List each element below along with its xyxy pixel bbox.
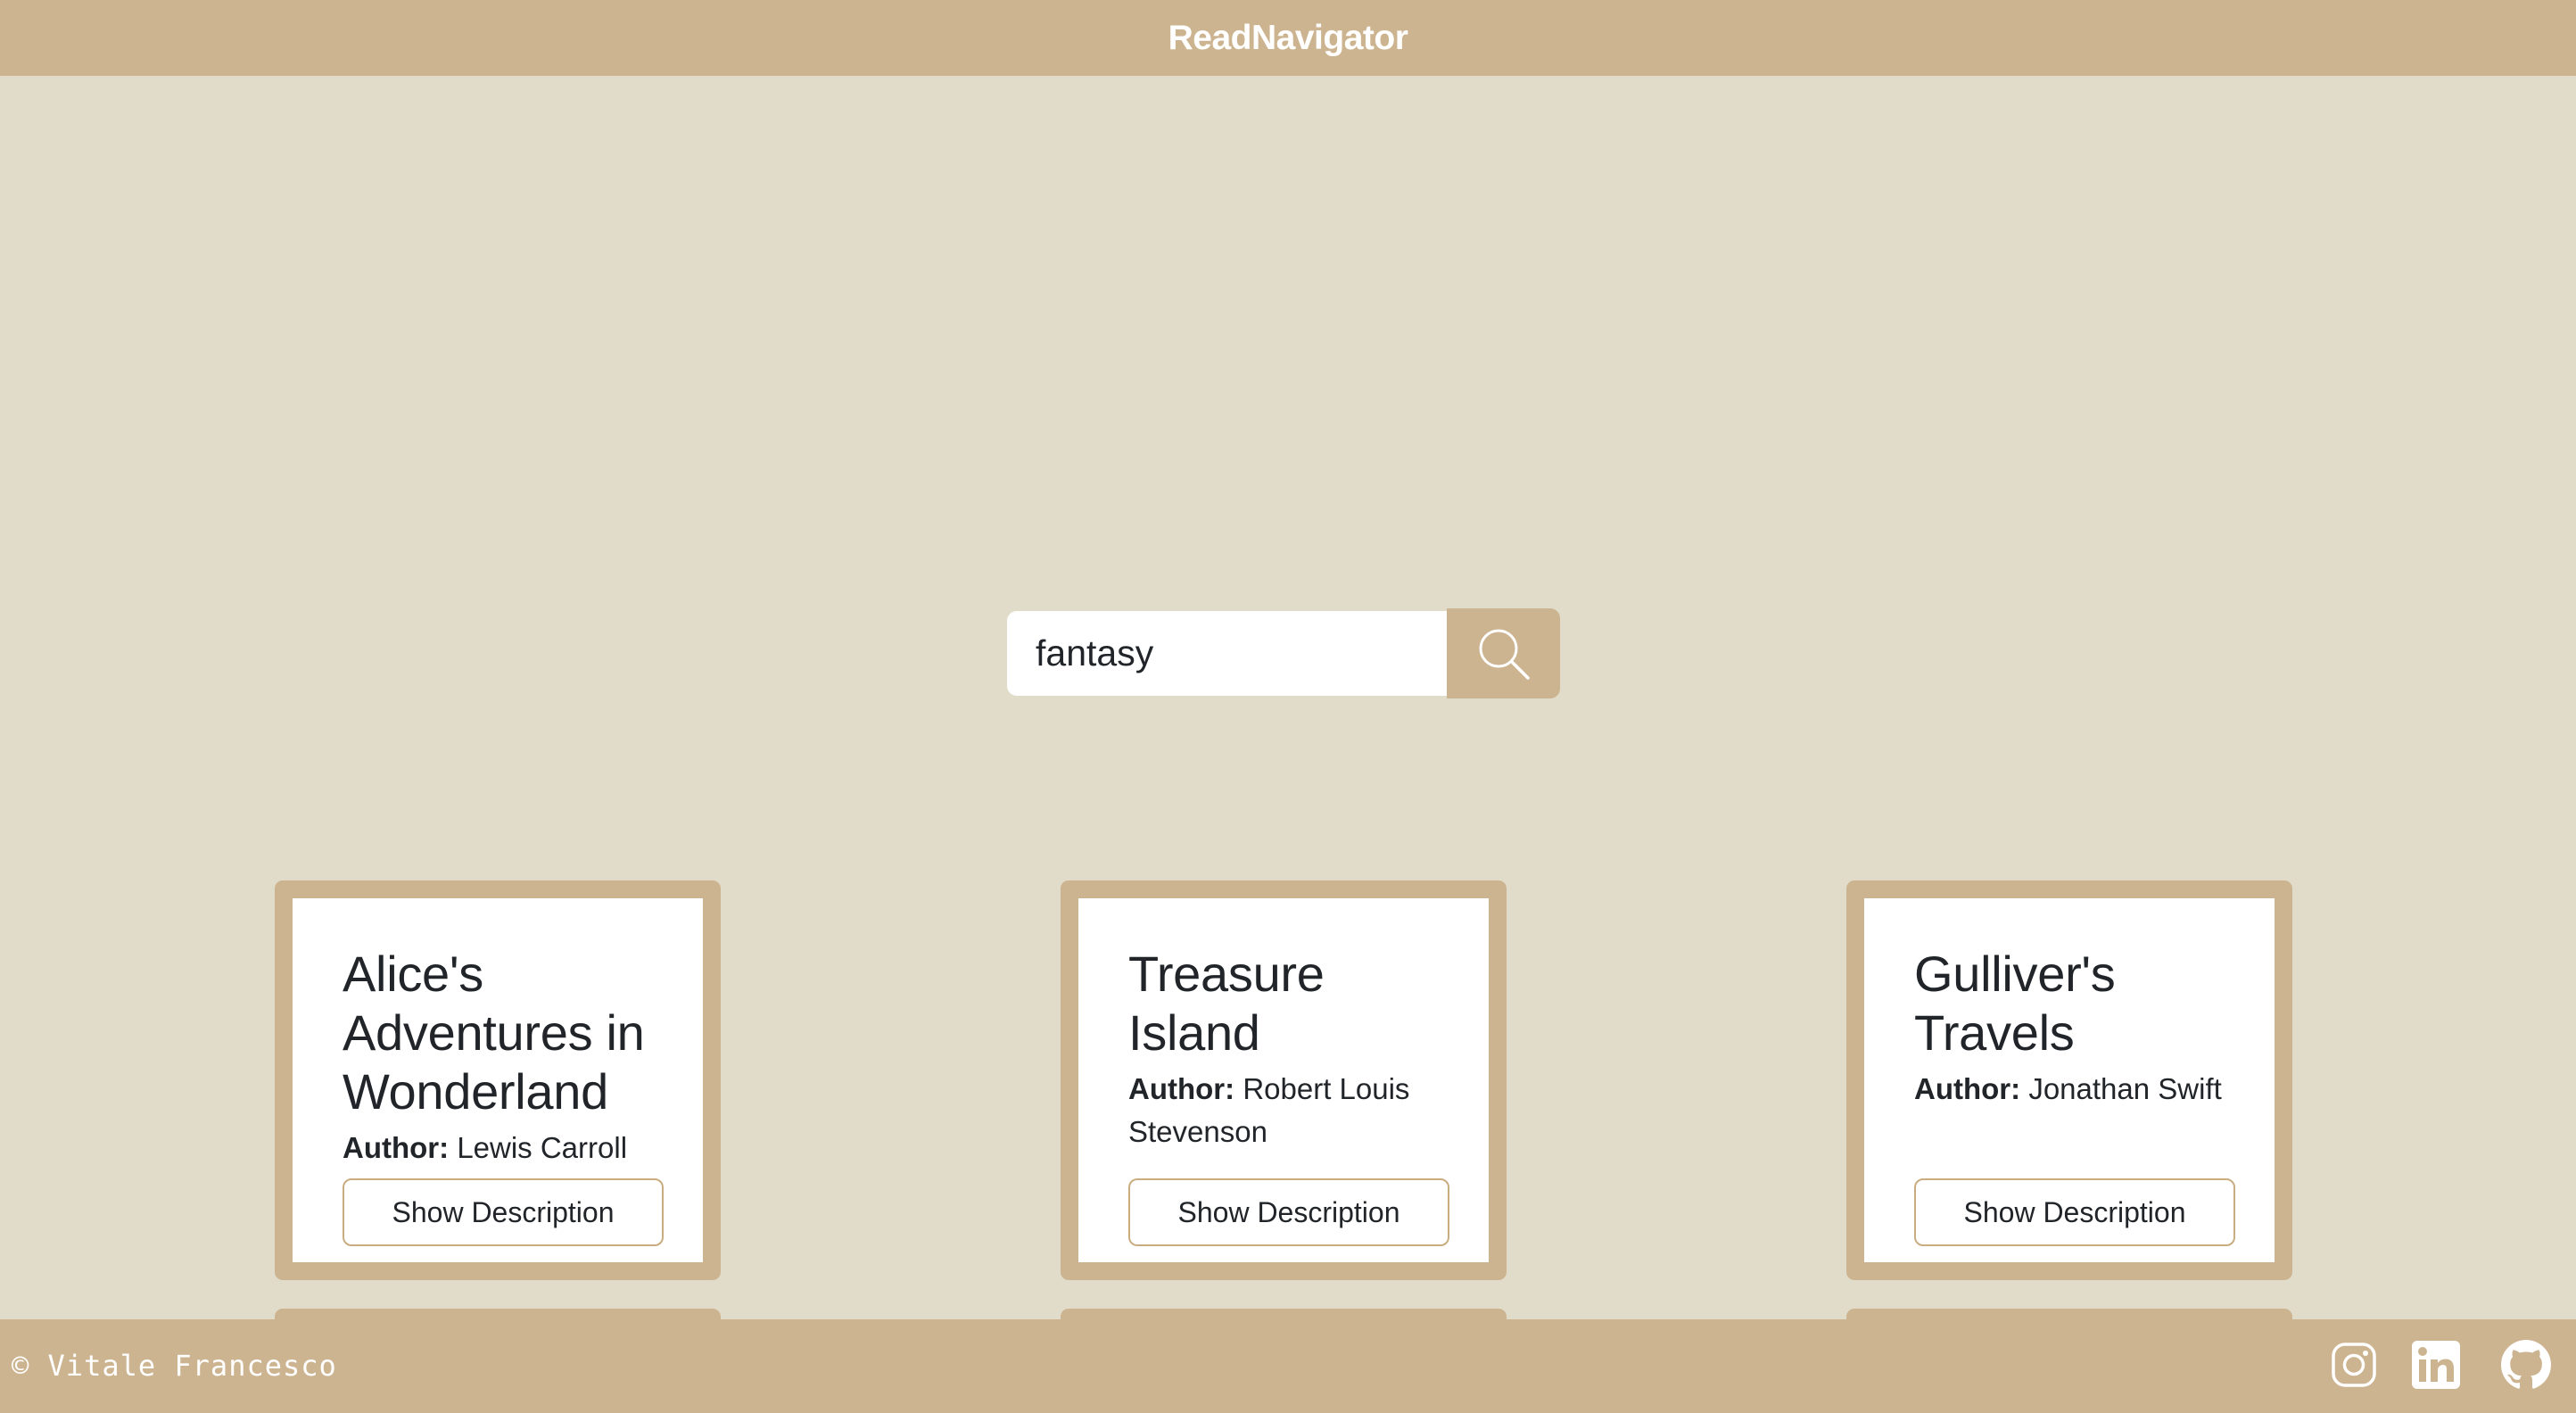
instagram-icon [2332,1343,2376,1387]
author-label: Author: [1914,1072,2021,1105]
book-author: Author: Jonathan Swift [1914,1068,2239,1111]
github-link[interactable] [2500,1339,2552,1391]
search-form [1007,608,1560,698]
linkedin-icon [2412,1341,2460,1389]
show-description-button[interactable]: Show Description [1914,1178,2235,1246]
book-card: Alice's Adventures in Wonderland Author:… [275,880,721,1280]
book-author: Author: Robert Louis Stevenson [1128,1068,1453,1153]
show-description-button[interactable]: Show Description [343,1178,664,1246]
author-label: Author: [1128,1072,1235,1105]
instagram-link[interactable] [2328,1339,2380,1391]
author-name: Lewis Carroll [457,1131,628,1164]
brand-title[interactable]: ReadNavigator [1168,19,1408,58]
linkedin-link[interactable] [2410,1339,2462,1391]
top-navbar: ReadNavigator [0,0,2576,76]
show-description-button[interactable]: Show Description [1128,1178,1449,1246]
book-card-body: Alice's Adventures in Wonderland Author:… [293,898,703,1262]
search-input[interactable] [1007,611,1447,696]
book-title: Gulliver's Travels [1914,946,2116,1061]
book-card-body: Gulliver's Travels Author: Jonathan Swif… [1864,898,2275,1262]
book-author: Author: Lewis Carroll [343,1127,667,1169]
github-icon [2501,1340,2551,1389]
book-title: Treasure Island [1128,946,1325,1061]
book-card-body: Treasure Island Author: Robert Louis Ste… [1078,898,1489,1262]
book-card: Gulliver's Travels Author: Jonathan Swif… [1846,880,2292,1280]
footer: © Vitale Francesco [0,1319,2576,1413]
book-card: Treasure Island Author: Robert Louis Ste… [1061,880,1507,1280]
book-title: Alice's Adventures in Wonderland [343,946,645,1120]
copyright-text: © Vitale Francesco [12,1349,337,1383]
author-label: Author: [343,1131,450,1164]
author-name: Jonathan Swift [2028,1072,2222,1105]
search-button[interactable] [1447,608,1560,698]
search-icon [1479,629,1530,680]
